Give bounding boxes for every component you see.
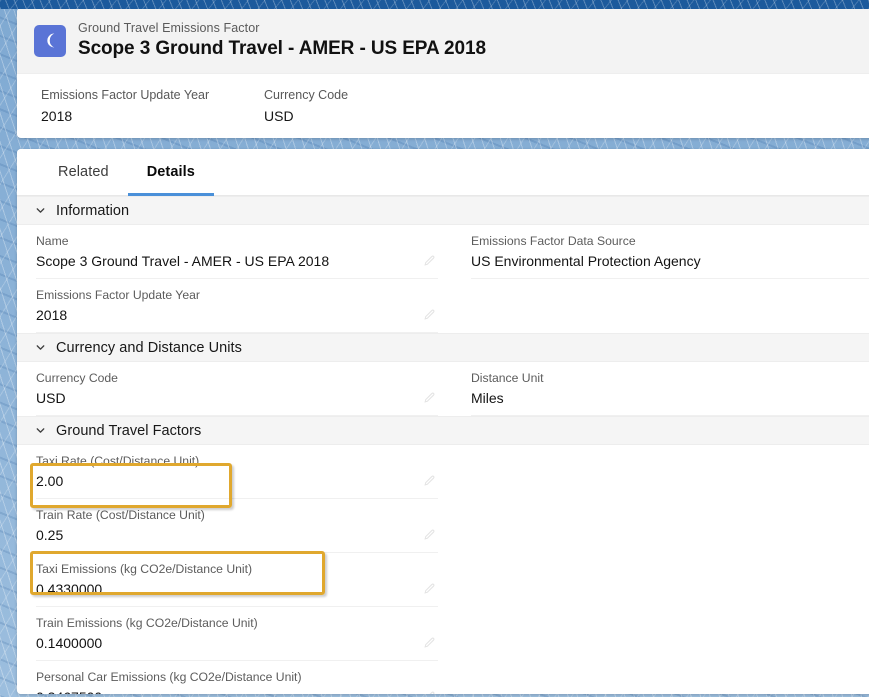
edit-pencil-icon[interactable]: [423, 254, 436, 267]
field-label: Name: [36, 234, 69, 248]
compact-field-value: 2018: [41, 108, 73, 124]
field-taxi-emissions[interactable]: Taxi Emissions (kg CO2e/Distance Unit) 0…: [36, 553, 438, 607]
section-title: Ground Travel Factors: [56, 422, 202, 439]
compact-field-update-year: Emissions Factor Update Year 2018: [41, 87, 264, 137]
compact-field-label: Emissions Factor Update Year: [41, 88, 210, 102]
field-value: 0.3467500: [36, 688, 438, 694]
field-value: 0.4330000: [36, 581, 103, 597]
compact-field-label: Currency Code: [264, 88, 349, 102]
field-label: Train Rate (Cost/Distance Unit): [36, 508, 205, 522]
field-currency-code[interactable]: Currency Code USD: [36, 362, 438, 416]
field-value: 0.25: [36, 527, 64, 543]
field-distance-unit: Distance Unit Miles: [471, 362, 869, 416]
record-header-texts: Ground Travel Emissions Factor Scope 3 G…: [78, 20, 486, 61]
chevron-down-icon: [34, 204, 47, 217]
field-label: Emissions Factor Update Year: [36, 288, 200, 302]
object-type-label: Ground Travel Emissions Factor: [78, 21, 260, 35]
field-value: US Environmental Protection Agency: [471, 253, 701, 269]
edit-pencil-icon[interactable]: [423, 391, 436, 404]
edit-pencil-icon[interactable]: [423, 308, 436, 321]
record-detail-card: Related Details Information Name Scope 3…: [17, 149, 869, 694]
section-column-left: Currency Code USD: [17, 362, 452, 416]
section-title: Currency and Distance Units: [56, 339, 242, 356]
field-value: 2.00: [36, 473, 64, 489]
field-train-emissions[interactable]: Train Emissions (kg CO2e/Distance Unit) …: [36, 607, 438, 661]
field-value: Scope 3 Ground Travel - AMER - US EPA 20…: [36, 253, 330, 269]
section-body-information: Name Scope 3 Ground Travel - AMER - US E…: [17, 225, 869, 333]
field-emissions-factor-data-source: Emissions Factor Data Source US Environm…: [471, 225, 869, 279]
field-label: Train Emissions (kg CO2e/Distance Unit): [36, 616, 258, 630]
edit-pencil-icon[interactable]: [423, 474, 436, 487]
section-body-currency-and-distance-units: Currency Code USD Distance Unit Miles: [17, 362, 869, 416]
field-label: Currency Code: [36, 371, 118, 385]
crescent-moon-icon: [34, 24, 66, 57]
compact-field-value: USD: [264, 108, 294, 124]
edit-pencil-icon[interactable]: [423, 582, 436, 595]
field-taxi-rate[interactable]: Taxi Rate (Cost/Distance Unit) 2.00: [36, 445, 438, 499]
page-title: Scope 3 Ground Travel - AMER - US EPA 20…: [78, 38, 486, 59]
field-label: Distance Unit: [471, 371, 544, 385]
tab-related[interactable]: Related: [39, 149, 128, 195]
field-name[interactable]: Name Scope 3 Ground Travel - AMER - US E…: [36, 225, 438, 279]
compact-field-row: Emissions Factor Update Year 2018 Curren…: [17, 74, 869, 137]
section-header-ground-travel-factors[interactable]: Ground Travel Factors: [17, 416, 869, 445]
section-column-left: Name Scope 3 Ground Travel - AMER - US E…: [17, 225, 452, 333]
edit-pencil-icon[interactable]: [423, 636, 436, 649]
window-top-strip: [0, 0, 869, 9]
field-value: [471, 290, 869, 309]
section-column-right: Distance Unit Miles: [452, 362, 869, 416]
section-header-currency-and-distance-units[interactable]: Currency and Distance Units: [17, 333, 869, 362]
section-column-right: Emissions Factor Data Source US Environm…: [452, 225, 869, 333]
field-label: Personal Car Emissions (kg CO2e/Distance…: [36, 670, 302, 684]
field-train-rate[interactable]: Train Rate (Cost/Distance Unit) 0.25: [36, 499, 438, 553]
field-placeholder: [471, 279, 869, 323]
field-personal-car-emissions[interactable]: Personal Car Emissions (kg CO2e/Distance…: [36, 661, 438, 694]
section-header-information[interactable]: Information: [17, 196, 869, 225]
chevron-down-icon: [34, 424, 47, 437]
tab-label: Related: [58, 164, 109, 180]
tab-bar: Related Details: [17, 149, 869, 196]
edit-pencil-icon[interactable]: [423, 690, 436, 694]
field-label: Taxi Emissions (kg CO2e/Distance Unit): [36, 562, 253, 576]
field-value: Miles: [471, 390, 504, 406]
tab-details[interactable]: Details: [127, 149, 215, 196]
field-emissions-factor-update-year[interactable]: Emissions Factor Update Year 2018: [36, 279, 438, 333]
field-label: Emissions Factor Data Source: [471, 234, 636, 248]
edit-pencil-icon[interactable]: [423, 528, 436, 541]
section-body-ground-travel-factors: Taxi Rate (Cost/Distance Unit) 2.00 Trai…: [17, 445, 869, 694]
section-column-left: Taxi Rate (Cost/Distance Unit) 2.00 Trai…: [17, 445, 452, 694]
tab-label: Details: [146, 164, 195, 180]
record-header-card: Ground Travel Emissions Factor Scope 3 G…: [17, 8, 869, 138]
section-column-right: [452, 445, 869, 694]
section-title: Information: [56, 202, 130, 219]
field-label: Taxi Rate (Cost/Distance Unit): [36, 454, 200, 468]
field-value: USD: [36, 390, 66, 406]
field-value: 2018: [36, 307, 68, 323]
record-header-top: Ground Travel Emissions Factor Scope 3 G…: [17, 8, 869, 74]
field-value: 0.1400000: [36, 635, 103, 651]
chevron-down-icon: [34, 341, 47, 354]
compact-field-currency-code: Currency Code USD: [264, 87, 487, 137]
